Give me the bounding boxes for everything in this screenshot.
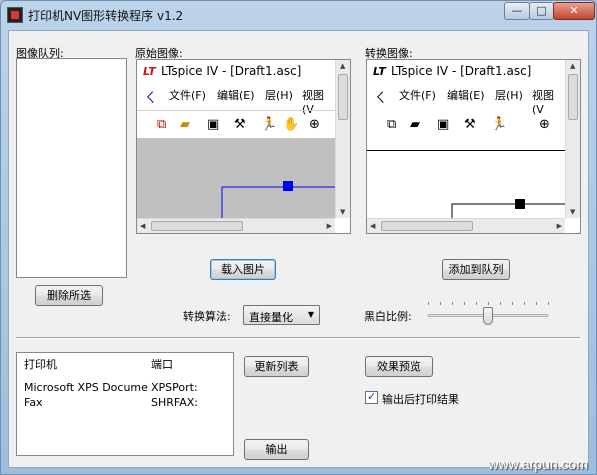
circuit-drawing (451, 199, 567, 221)
preview-menu-file: 文件(F) (399, 89, 436, 102)
slider-tick (524, 302, 525, 305)
converted-canvas (367, 150, 567, 221)
original-vscroll[interactable]: ▲ ▼ (335, 60, 350, 218)
slider-tick (464, 302, 465, 305)
preview-menu-edit: 编辑(E) (217, 89, 255, 102)
preview-app-title: LTspice IV - [Draft1.asc] (391, 64, 532, 78)
close-button[interactable]: ✕ (553, 2, 595, 20)
converted-hscroll[interactable]: ◀ ▶ (367, 218, 565, 233)
table-row[interactable]: Fax SHRFAX: (17, 395, 233, 411)
preview-menu-view: 视图(V (532, 89, 554, 116)
slider-tick (512, 302, 513, 305)
chevron-down-icon: ▼ (307, 310, 314, 319)
delete-selected-button[interactable]: 删除所选 (35, 285, 103, 306)
preview-toolbar: ⧉ ▰ ▣ ⚒ 🏃 ⊕ (367, 114, 565, 138)
ltspice-logo: LT (143, 65, 156, 78)
converted-vscroll[interactable]: ▲ ▼ (565, 60, 580, 218)
preview-titlebar: LT LTspice IV - [Draft1.asc] (137, 60, 335, 82)
circuit-drawing (221, 181, 337, 220)
new-schematic-icon: ⧉ (157, 117, 167, 132)
refresh-list-button[interactable]: 更新列表 (244, 356, 309, 377)
zoom-in-icon: ⊕ (539, 117, 550, 132)
wire-icon: ㄑ (374, 91, 388, 106)
algorithm-select[interactable]: 直接量化 ▼ (243, 305, 320, 325)
open-folder-icon: ▰ (180, 117, 190, 132)
table-row[interactable]: Microsoft XPS Document ... XPSPort: (17, 380, 233, 396)
slider-tick (440, 302, 441, 305)
port-column-header: 端口 (151, 358, 173, 371)
add-to-queue-button[interactable]: 添加到队列 (442, 259, 510, 280)
preview-menu-view: 视图(V (302, 89, 324, 116)
main-window: 打印机NV图形转换程序 v1.2 — □ ✕ 图像队列: 删除所选 原始图像: … (0, 0, 597, 475)
output-button[interactable]: 输出 (244, 439, 309, 460)
save-icon: ▣ (437, 117, 450, 132)
preview-toolbar: ⧉ ▰ ▣ ⚒ 🏃 ✋ ⊕ (137, 114, 335, 138)
preview-effect-button[interactable]: 效果预览 (365, 356, 433, 377)
slider-tick (476, 302, 477, 305)
original-hscroll[interactable]: ◀ ▶ (137, 218, 335, 233)
slider-tick (500, 302, 501, 305)
print-after-label: 输出后打印结果 (382, 393, 459, 406)
preview-app-title: LTspice IV - [Draft1.asc] (161, 64, 302, 78)
window-title: 打印机NV图形转换程序 v1.2 (28, 9, 184, 23)
preview-menu-layer: 层(H) (495, 89, 523, 102)
load-image-button[interactable]: 载入图片 (210, 259, 276, 280)
printer-port: SHRFAX: (151, 396, 198, 409)
original-image-preview[interactable]: LT LTspice IV - [Draft1.asc] ㄑ 文件(F) 编辑(… (136, 59, 351, 234)
open-folder-icon: ▰ (410, 117, 420, 132)
preview-menu-edit: 编辑(E) (447, 89, 485, 102)
minimize-button[interactable]: — (504, 2, 530, 20)
ltspice-logo: LT (373, 65, 386, 78)
threshold-label: 黑白比例: (364, 310, 412, 323)
original-canvas (137, 138, 337, 220)
zoom-in-icon: ⊕ (309, 117, 320, 132)
slider-tick (488, 302, 489, 305)
maximize-button[interactable]: □ (529, 2, 554, 20)
app-icon (7, 7, 23, 23)
control-panel-icon: ⚒ (464, 117, 476, 132)
printer-name: Microsoft XPS Document ... (24, 381, 148, 394)
algorithm-selected-value: 直接量化 (249, 311, 293, 324)
wire-icon: ㄑ (144, 91, 158, 106)
halt-icon: ✋ (283, 117, 300, 132)
new-schematic-icon: ⧉ (387, 117, 397, 132)
image-queue-list[interactable] (16, 58, 127, 278)
threshold-slider-thumb[interactable] (483, 307, 493, 325)
print-after-checkbox[interactable] (365, 390, 378, 404)
preview-titlebar: LT LTspice IV - [Draft1.asc] (367, 60, 565, 82)
converted-image-preview[interactable]: LT LTspice IV - [Draft1.asc] ㄑ 文件(F) 编辑(… (366, 59, 581, 234)
title-bar[interactable]: 打印机NV图形转换程序 v1.2 — □ ✕ (1, 1, 596, 29)
slider-tick (548, 302, 549, 305)
preview-menu-layer: 层(H) (265, 89, 293, 102)
preview-menu-file: 文件(F) (169, 89, 206, 102)
printer-name: Fax (24, 396, 43, 409)
control-panel-icon: ⚒ (234, 117, 246, 132)
watermark: www.arpun.com (488, 456, 588, 472)
preview-menu: ㄑ 文件(F) 编辑(E) 层(H) 视图(V (367, 84, 565, 116)
run-icon: 🏃 (261, 117, 278, 132)
slider-tick (536, 302, 537, 305)
slider-tick (452, 302, 453, 305)
printer-port: XPSPort: (151, 381, 198, 394)
printer-column-header: 打印机 (24, 358, 57, 371)
run-icon: 🏃 (491, 117, 508, 132)
slider-tick (428, 302, 429, 305)
separator (16, 337, 580, 339)
client-area: 图像队列: 删除所选 原始图像: LT LTspice IV - [Draft1… (8, 30, 589, 468)
save-icon: ▣ (207, 117, 220, 132)
printer-list[interactable]: 打印机 端口 Microsoft XPS Document ... XPSPor… (16, 352, 234, 456)
preview-menu: ㄑ 文件(F) 编辑(E) 层(H) 视图(V (137, 84, 335, 116)
algorithm-label: 转换算法: (183, 310, 231, 323)
